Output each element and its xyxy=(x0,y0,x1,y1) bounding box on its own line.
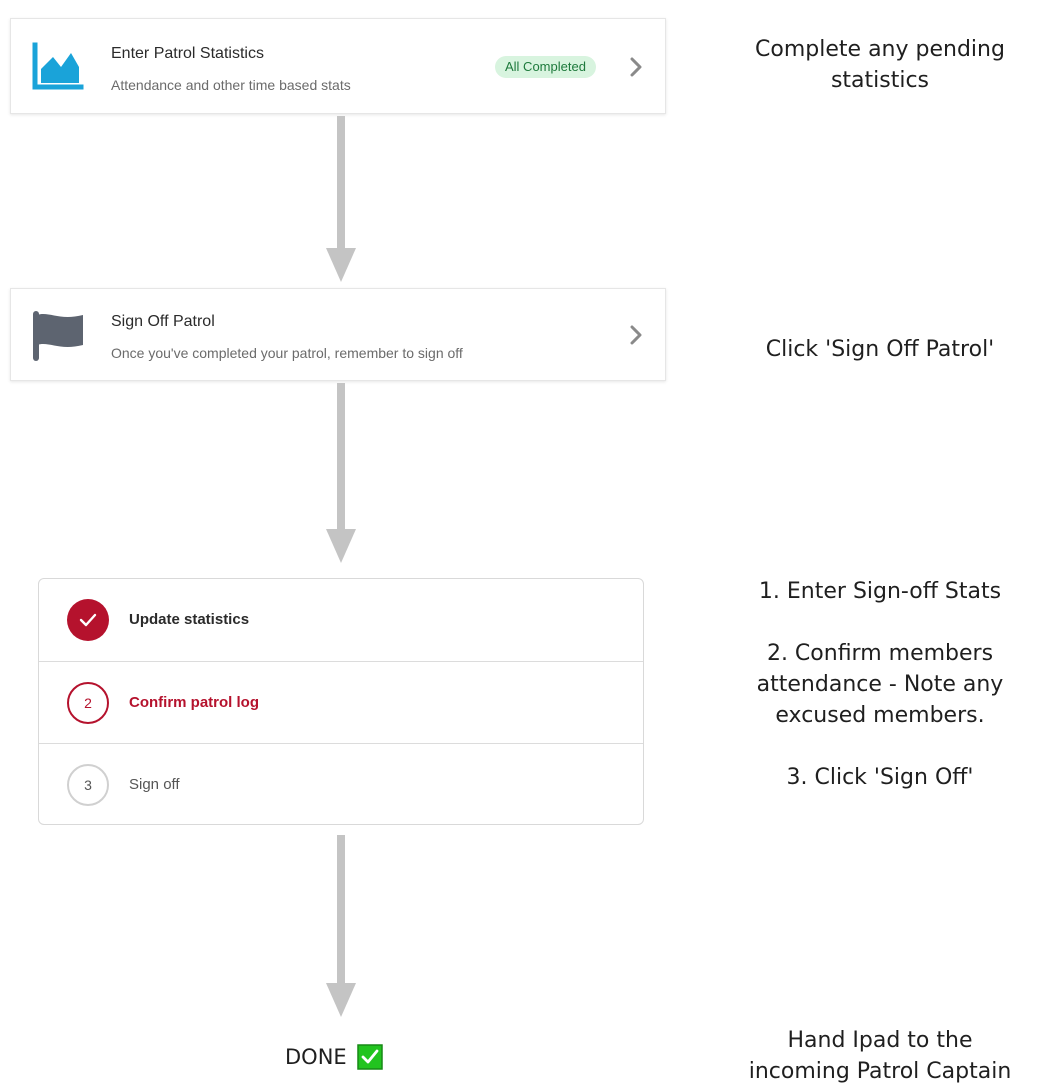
card-subtitle: Attendance and other time based stats xyxy=(111,77,351,93)
step-number: 3 xyxy=(67,764,109,806)
chevron-right-icon[interactable] xyxy=(628,324,644,346)
flow-arrow xyxy=(326,835,356,1017)
chevron-right-icon[interactable] xyxy=(628,56,644,78)
flag-icon xyxy=(33,311,83,361)
check-icon xyxy=(79,613,97,627)
note-line: incoming Patrol Captain xyxy=(748,1059,1012,1084)
note-click-sign-off-patrol: Click 'Sign Off Patrol' xyxy=(720,334,1038,365)
done-label: DONE xyxy=(285,1043,383,1071)
step-complete-indicator xyxy=(67,599,109,641)
note-line: 1. Enter Sign-off Stats xyxy=(758,579,1002,604)
note-sign-off-steps: 1. Enter Sign-off Stats 2. Confirm membe… xyxy=(710,576,1038,793)
step-confirm-patrol-log[interactable]: 2 Confirm patrol log xyxy=(39,661,643,743)
step-number: 2 xyxy=(67,682,109,724)
step-sign-off[interactable]: 3 Sign off xyxy=(39,743,643,824)
step-label: Update statistics xyxy=(129,611,250,628)
enter-patrol-statistics-card[interactable]: Enter Patrol Statistics Attendance and o… xyxy=(10,18,666,114)
note-line: attendance - Note any xyxy=(756,672,1004,697)
note-line: Complete any pending xyxy=(755,37,1005,62)
step-label: Confirm patrol log xyxy=(129,694,259,711)
status-badge: All Completed xyxy=(495,56,596,78)
note-line: 2. Confirm members xyxy=(766,641,994,666)
done-text: DONE xyxy=(285,1045,347,1069)
flow-arrow xyxy=(326,383,356,563)
flow-arrow xyxy=(326,116,356,282)
note-line: Hand Ipad to the xyxy=(787,1028,973,1053)
card-title: Enter Patrol Statistics xyxy=(111,45,264,62)
card-subtitle: Once you've completed your patrol, remem… xyxy=(111,345,463,361)
sign-off-stepper: Update statistics 2 Confirm patrol log 3… xyxy=(38,578,644,825)
card-title: Sign Off Patrol xyxy=(111,313,215,330)
note-line: excused members. xyxy=(775,703,985,728)
step-label: Sign off xyxy=(129,776,180,793)
sign-off-patrol-card[interactable]: Sign Off Patrol Once you've completed yo… xyxy=(10,288,666,381)
check-box-icon xyxy=(356,1044,383,1070)
chart-icon xyxy=(32,42,84,90)
note-complete-statistics: Complete any pending statistics xyxy=(720,34,1038,96)
note-hand-ipad: Hand Ipad to the incoming Patrol Captain xyxy=(710,1025,1038,1087)
note-line: statistics xyxy=(830,68,930,93)
note-line: 3. Click 'Sign Off' xyxy=(786,765,974,790)
note-line: Click 'Sign Off Patrol' xyxy=(765,337,995,362)
step-update-statistics[interactable]: Update statistics xyxy=(39,579,643,661)
